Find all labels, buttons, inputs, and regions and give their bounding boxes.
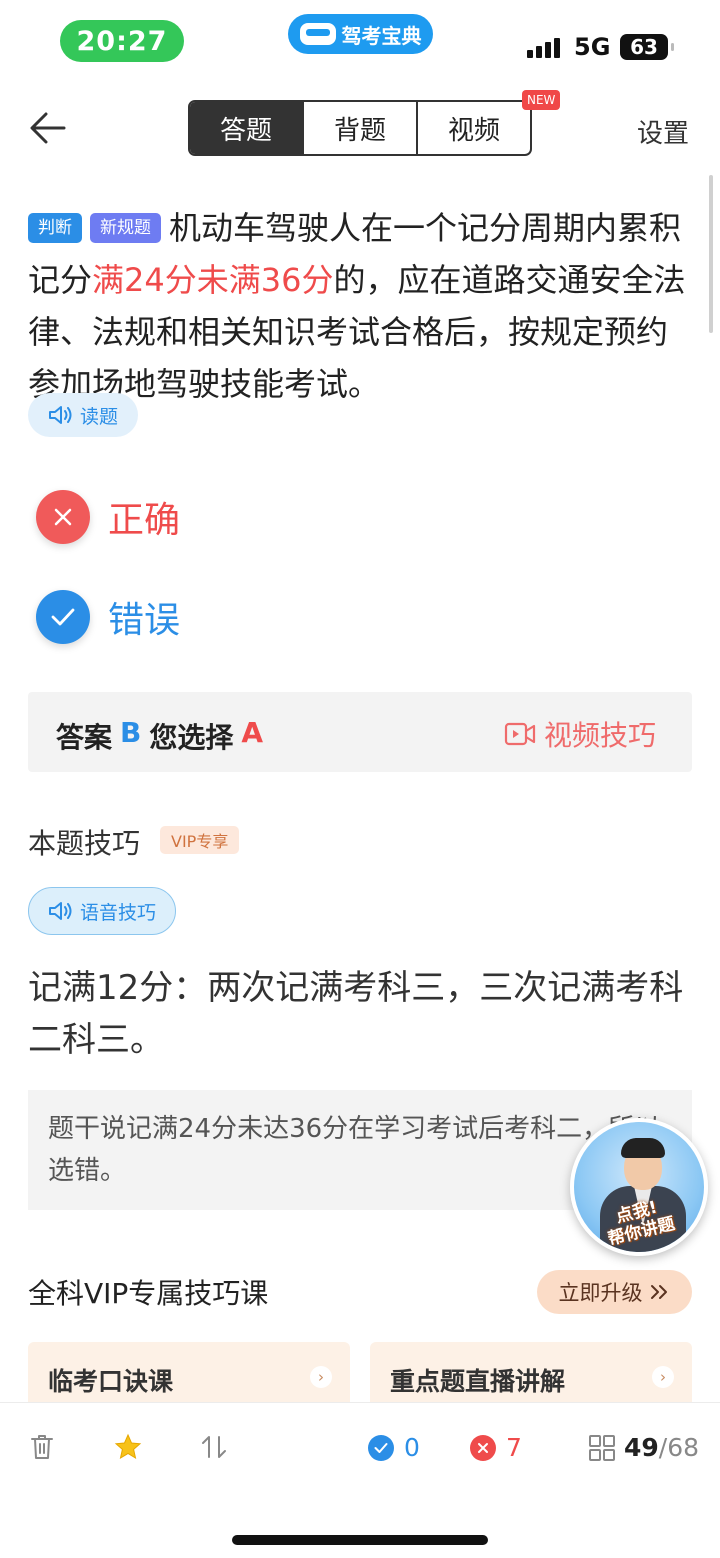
car-icon — [299, 23, 336, 45]
answer-summary: 答案 B 您选择 A — [56, 716, 263, 756]
wrong-count-value: 7 — [506, 1433, 522, 1462]
course-card-title: 重点题直播讲解 — [390, 1367, 566, 1396]
sort-button[interactable] — [200, 1433, 228, 1461]
total-questions: /68 — [658, 1433, 700, 1462]
video-tip-button[interactable]: 视频技巧 — [504, 714, 656, 754]
read-question-button[interactable]: 读题 — [28, 393, 138, 437]
chevron-right-icon: › — [310, 1366, 332, 1388]
favorite-button[interactable] — [114, 1433, 142, 1461]
tip-text: 记满12分：两次记满考科三，三次记满考科二科三。 — [28, 968, 684, 1060]
app-badge-label: 驾考宝典 — [341, 23, 422, 48]
read-question-label: 读题 — [79, 405, 118, 428]
video-tip-label: 视频技巧 — [543, 719, 656, 752]
course-card-exam-rhymes[interactable]: 临考口诀课 › — [28, 1342, 350, 1402]
tab-memorize[interactable]: 背题 — [304, 102, 418, 154]
option-false-label: 错误 — [108, 600, 181, 641]
answer-bar: 答案 B 您选择 A 视频技巧 — [28, 692, 692, 772]
star-icon — [114, 1433, 142, 1460]
tab-answer[interactable]: 答题 — [190, 102, 304, 154]
tag-new-rule: 新规题 — [90, 213, 161, 243]
voice-tip-label: 语音技巧 — [79, 901, 156, 924]
grid-icon — [589, 1434, 615, 1461]
scrollbar[interactable] — [709, 175, 713, 333]
upgrade-label: 立即升级 — [558, 1281, 643, 1305]
check-mark-icon — [36, 590, 90, 644]
current-question: 49 — [624, 1433, 659, 1462]
wrong-count[interactable]: 7 — [470, 1433, 522, 1462]
app-badge[interactable]: 驾考宝典 — [288, 14, 433, 54]
option-false[interactable]: 错误 — [36, 590, 180, 644]
course-card-title: 临考口诀课 — [48, 1367, 174, 1396]
voice-tip-button[interactable]: 语音技巧 — [28, 887, 176, 935]
video-icon — [504, 722, 536, 746]
mode-tabs: 答题 背题 视频 — [188, 100, 532, 156]
answer-value: B — [120, 716, 142, 749]
correct-count-value: 0 — [404, 1433, 420, 1462]
chevron-right-icon: › — [652, 1366, 674, 1388]
speaker-icon — [48, 902, 72, 920]
settings-button[interactable]: 设置 — [637, 113, 689, 150]
signal-icon — [527, 38, 560, 58]
new-badge: NEW — [522, 90, 561, 110]
check-circle-icon — [368, 1434, 394, 1461]
back-arrow-icon[interactable] — [28, 110, 68, 146]
x-circle-icon — [470, 1434, 496, 1461]
delete-button[interactable] — [30, 1433, 54, 1461]
question-progress[interactable]: 49/68 — [588, 1433, 699, 1462]
vip-exclusive-badge: VIP专享 — [160, 826, 240, 854]
speaker-icon — [48, 406, 72, 424]
correct-count[interactable]: 0 — [368, 1433, 420, 1462]
question-text: 判断 新规题 机动车驾驶人在一个记分周期内累积记分满24分未满36分的，应在道路交通… — [28, 202, 688, 410]
bottom-toolbar: 0 7 49/68 — [0, 1402, 720, 1558]
teacher-explain-button[interactable]: 点我! 帮你讲题 — [570, 1118, 708, 1256]
upgrade-button[interactable]: 立即升级 — [537, 1270, 692, 1314]
network-label: 5G — [574, 33, 611, 61]
trash-icon — [31, 1435, 53, 1459]
swap-vertical-icon — [202, 1436, 226, 1458]
tips-title: 本题技巧 — [28, 827, 141, 860]
home-indicator[interactable] — [232, 1535, 488, 1545]
wrong-mark-icon — [36, 490, 90, 544]
chosen-label: 您选择 — [149, 721, 234, 754]
battery-level: 63 — [630, 35, 658, 59]
answer-label: 答案 — [56, 721, 113, 754]
teacher-hair — [621, 1138, 665, 1158]
question-highlight: 满24分未满36分 — [92, 261, 334, 299]
status-time: 20:27 — [60, 20, 184, 62]
course-card-live-lecture[interactable]: 重点题直播讲解 › — [370, 1342, 692, 1402]
chosen-value: A — [241, 716, 264, 749]
option-true-label: 正确 — [108, 500, 181, 541]
double-chevron-right-icon — [650, 1285, 667, 1299]
vip-course-title: 全科VIP专属技巧课 — [28, 1277, 269, 1310]
battery-icon: 63 — [620, 34, 674, 60]
tag-judge: 判断 — [28, 213, 82, 243]
explanation-text: 题干说记满24分未达36分在学习考试后考科二，所以选错。 — [48, 1114, 661, 1186]
tab-video[interactable]: 视频 — [418, 102, 530, 154]
option-true[interactable]: 正确 — [36, 490, 180, 544]
